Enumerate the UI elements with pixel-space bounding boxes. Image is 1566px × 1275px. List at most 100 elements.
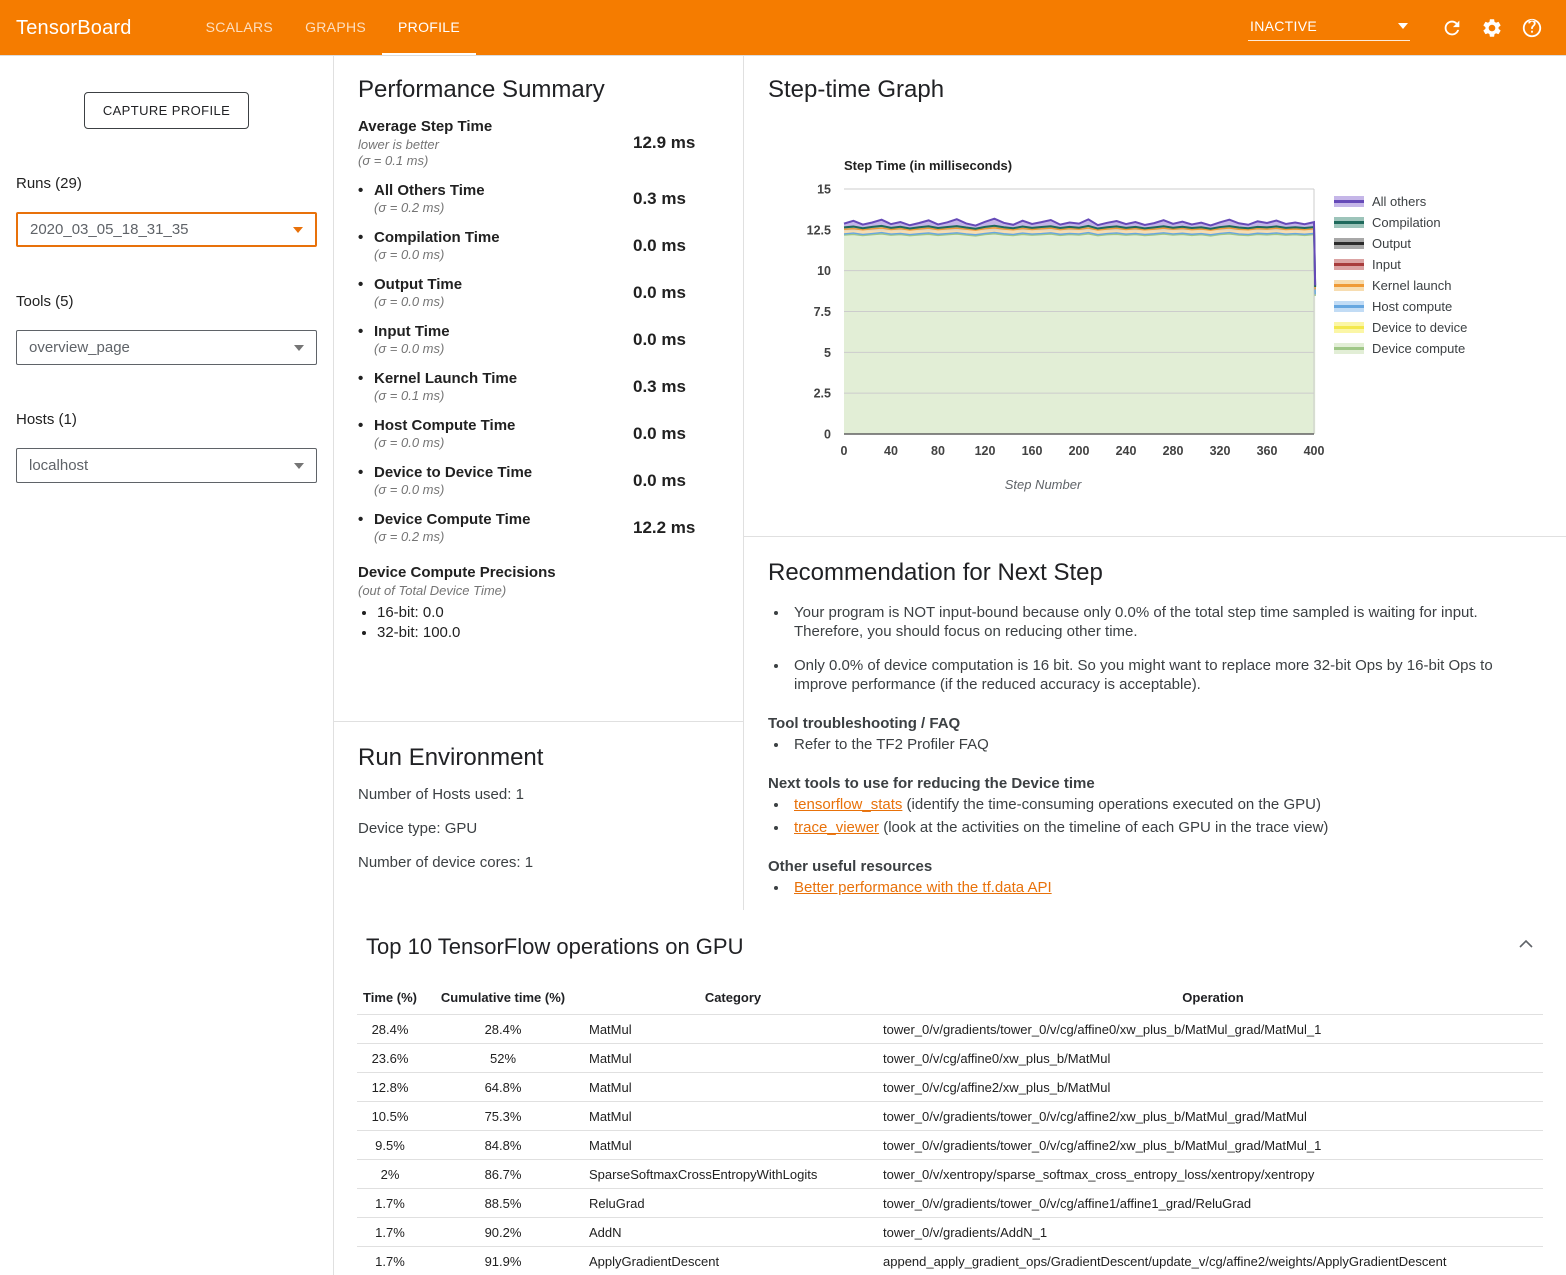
tools-label: Tools (5): [16, 293, 317, 310]
legend-item-device-to-device: Device to device: [1334, 317, 1467, 338]
table-row: 10.5%75.3%MatMultower_0/v/gradients/towe…: [357, 1102, 1543, 1131]
tab-scalars[interactable]: SCALARS: [190, 0, 289, 55]
table-cell: 64.8%: [423, 1073, 583, 1102]
link-better-performance-with-the-tf-data-api[interactable]: Better performance with the tf.data API: [794, 879, 1052, 896]
table-cell: 1.7%: [357, 1189, 423, 1218]
link-tensorflow-stats[interactable]: tensorflow_stats: [794, 796, 902, 813]
runs-dropdown-value: 2020_03_05_18_31_35: [30, 221, 189, 238]
chevron-down-icon: [293, 227, 303, 233]
table-cell: MatMul: [583, 1044, 883, 1073]
table-cell: 28.4%: [357, 1015, 423, 1044]
metric-sigma: (σ = 0.1 ms): [374, 388, 633, 403]
run-env-item: Device type: GPU: [358, 820, 719, 837]
svg-text:320: 320: [1210, 444, 1231, 458]
tab-graphs[interactable]: GRAPHS: [289, 0, 382, 55]
runs-label: Runs (29): [16, 175, 317, 192]
metric-row: •All Others Time(σ = 0.2 ms)0.3 ms: [358, 182, 719, 215]
run-environment-card: Run Environment Number of Hosts used: 1D…: [334, 722, 743, 910]
capture-profile-button[interactable]: CAPTURE PROFILE: [84, 92, 249, 129]
metric-row: •Kernel Launch Time(σ = 0.1 ms)0.3 ms: [358, 370, 719, 403]
reload-icon: [1441, 17, 1463, 39]
tab-profile[interactable]: PROFILE: [382, 0, 476, 55]
legend-swatch: [1334, 322, 1364, 333]
legend-item-output: Output: [1334, 233, 1467, 254]
table-cell: tower_0/v/cg/affine0/xw_plus_b/MatMul: [883, 1044, 1543, 1073]
precisions-note: (out of Total Device Time): [358, 583, 719, 598]
recommendation-subheading: Tool troubleshooting / FAQ: [768, 715, 1542, 732]
table-cell: tower_0/v/cg/affine2/xw_plus_b/MatMul: [883, 1073, 1543, 1102]
table-cell: 12.8%: [357, 1073, 423, 1102]
table-cell: 88.5%: [423, 1189, 583, 1218]
bullet: •: [358, 182, 374, 199]
table-cell: tower_0/v/xentropy/sparse_softmax_cross_…: [883, 1160, 1543, 1189]
tools-dropdown[interactable]: overview_page: [16, 330, 317, 365]
nav-tabs: SCALARSGRAPHSPROFILE: [190, 0, 476, 55]
table-cell: 23.6%: [357, 1044, 423, 1073]
link-trace-viewer[interactable]: trace_viewer: [794, 819, 879, 836]
bullet: •: [358, 511, 374, 528]
table-cell: 91.9%: [423, 1247, 583, 1275]
legend-swatch: [1334, 238, 1364, 249]
hosts-dropdown[interactable]: localhost: [16, 448, 317, 483]
table-cell: 84.8%: [423, 1131, 583, 1160]
recommendation-sublist: Refer to the TF2 Profiler FAQ: [789, 735, 1542, 754]
table-cell: 28.4%: [423, 1015, 583, 1044]
table-cell: tower_0/v/gradients/tower_0/v/cg/affine2…: [883, 1131, 1543, 1160]
svg-text:15: 15: [817, 183, 831, 197]
metric-note: lower is better: [358, 137, 633, 152]
table-cell: tower_0/v/gradients/AddN_1: [883, 1218, 1543, 1247]
metric-sigma: (σ = 0.2 ms): [374, 200, 633, 215]
metric-row: •Device to Device Time(σ = 0.0 ms)0.0 ms: [358, 464, 719, 497]
svg-text:2.5: 2.5: [814, 387, 831, 401]
chart-area: Step Time (in milliseconds) 02.557.51012…: [768, 158, 1542, 492]
perf-metrics: Average Step Timelower is better(σ = 0.1…: [358, 118, 719, 544]
run-environment-items: Number of Hosts used: 1Device type: GPUN…: [358, 786, 719, 871]
table-row: 1.7%91.9%ApplyGradientDescentappend_appl…: [357, 1247, 1543, 1275]
step-time-graph-card: Step-time Graph Step Time (in millisecon…: [744, 56, 1566, 537]
table-cell: 86.7%: [423, 1160, 583, 1189]
status-dropdown[interactable]: INACTIVE: [1248, 15, 1410, 41]
legend-swatch: [1334, 196, 1364, 207]
svg-text:7.5: 7.5: [814, 305, 831, 319]
metric-value: 0.0 ms: [633, 283, 719, 303]
runs-dropdown[interactable]: 2020_03_05_18_31_35: [16, 212, 317, 247]
table-column-header: Time (%): [357, 982, 423, 1015]
settings-button[interactable]: [1472, 8, 1512, 48]
tools-dropdown-value: overview_page: [29, 339, 130, 356]
table-row: 23.6%52%MatMultower_0/v/cg/affine0/xw_pl…: [357, 1044, 1543, 1073]
hosts-dropdown-value: localhost: [29, 457, 88, 474]
table-cell: 1.7%: [357, 1247, 423, 1275]
metric-label: •Device to Device Time: [358, 464, 633, 481]
metric-label: •Compilation Time: [358, 229, 633, 246]
metric-label: Average Step Time: [358, 118, 633, 135]
reload-button[interactable]: [1432, 8, 1472, 48]
recommendation-bullets: Your program is NOT input-bound because …: [789, 603, 1542, 694]
top-ops-card: Top 10 TensorFlow operations on GPU Time…: [334, 910, 1566, 1275]
table-cell: 1.7%: [357, 1218, 423, 1247]
table-row: 12.8%64.8%MatMultower_0/v/cg/affine2/xw_…: [357, 1073, 1543, 1102]
svg-text:10: 10: [817, 264, 831, 278]
table-header-row: Time (%)Cumulative time (%)CategoryOpera…: [357, 982, 1543, 1015]
svg-text:120: 120: [975, 444, 996, 458]
table-cell: MatMul: [583, 1102, 883, 1131]
table-row: 1.7%90.2%AddNtower_0/v/gradients/AddN_1: [357, 1218, 1543, 1247]
metric-sigma: (σ = 0.1 ms): [358, 153, 633, 168]
header-controls: INACTIVE: [1248, 0, 1566, 55]
svg-text:5: 5: [824, 346, 831, 360]
recommendation-bullet: Only 0.0% of device computation is 16 bi…: [789, 656, 1541, 694]
recommendation-sections: Tool troubleshooting / FAQ Refer to the T…: [768, 715, 1542, 897]
metric-sigma: (σ = 0.0 ms): [374, 435, 633, 450]
metric-value: 0.0 ms: [633, 471, 719, 491]
chevron-down-icon: [294, 463, 304, 469]
metric-row: Average Step Time lower is better(σ = 0.1…: [358, 118, 719, 168]
metric-row: •Device Compute Time(σ = 0.2 ms)12.2 ms: [358, 511, 719, 544]
metric-value: 12.2 ms: [633, 518, 719, 538]
table-cell: ReluGrad: [583, 1189, 883, 1218]
help-button[interactable]: [1512, 8, 1552, 48]
recommendation-item: Refer to the TF2 Profiler FAQ: [789, 735, 1541, 754]
collapse-button[interactable]: [1514, 932, 1538, 956]
chevron-down-icon: [1398, 23, 1408, 29]
legend-item-device-compute: Device compute: [1334, 338, 1467, 359]
precision-item: 16-bit: 0.0: [377, 603, 719, 623]
run-env-item: Number of device cores: 1: [358, 854, 719, 871]
